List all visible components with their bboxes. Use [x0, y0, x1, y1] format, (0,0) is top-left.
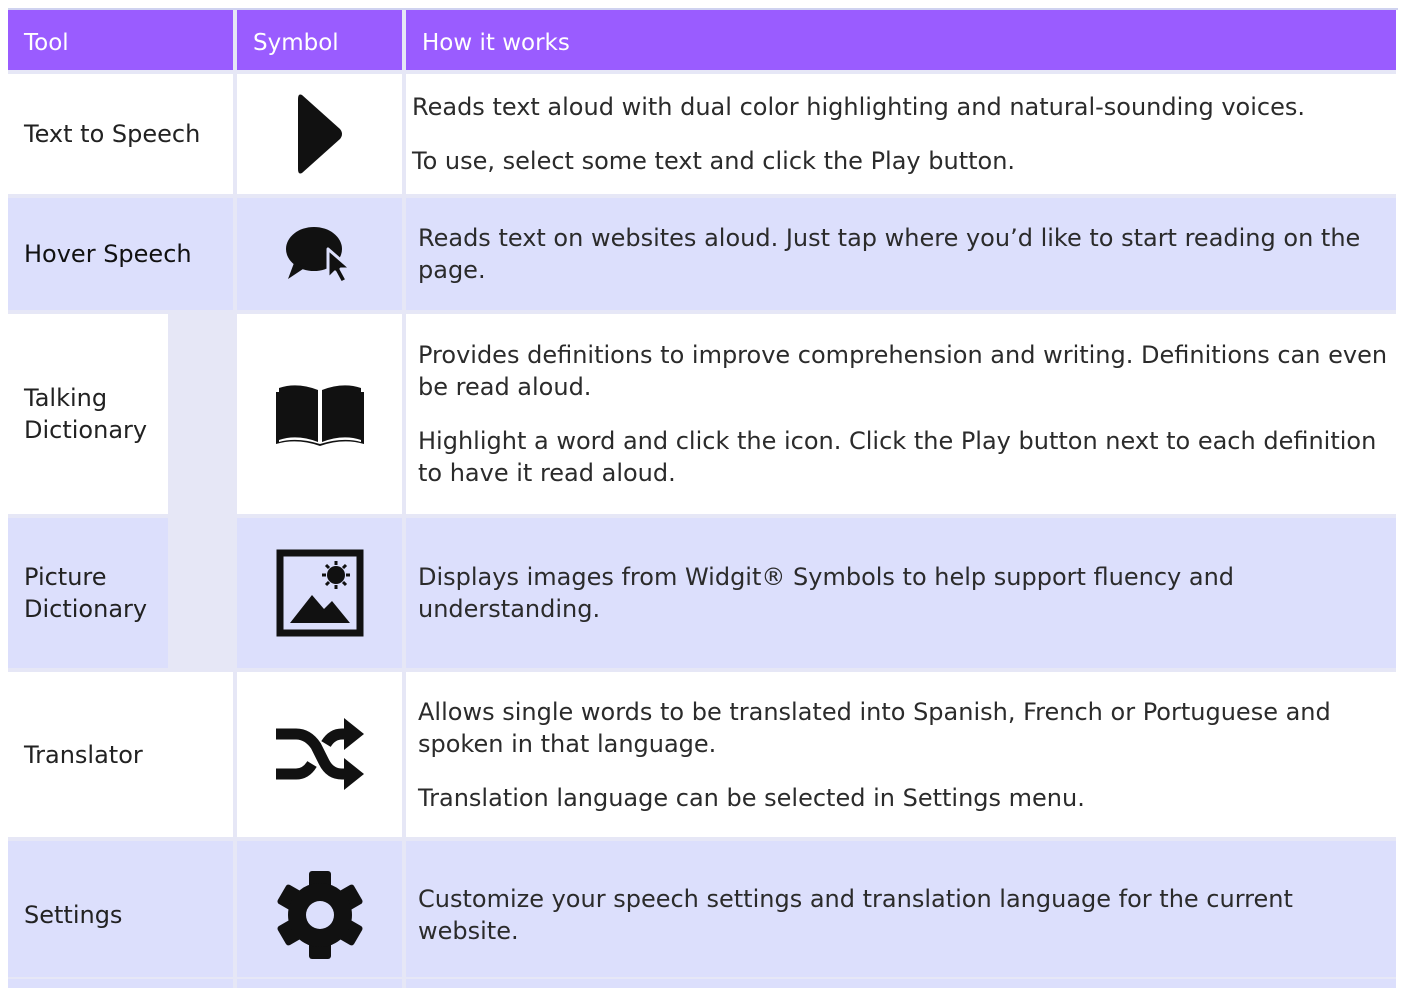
description-text-to-speech: Reads text aloud with dual color highlig…	[406, 74, 1396, 194]
description-hover-speech: Reads text on websites aloud. Just tap w…	[406, 198, 1396, 310]
description-line: Provides definitions to improve comprehe…	[418, 341, 1388, 401]
symbol-cell	[237, 314, 402, 514]
symbol-cell	[237, 198, 402, 310]
description-line: Reads text on websites aloud. Just tap w…	[418, 224, 1361, 284]
tool-name-translator: Translator	[8, 672, 233, 837]
symbol-cell	[237, 518, 402, 668]
description-line: Displays images from Widgit® Symbols to …	[418, 563, 1235, 623]
shuffle-icon	[274, 716, 366, 794]
tool-name-text-to-speech: Text to Speech	[8, 74, 233, 194]
description-line: Reads text aloud with dual color highlig…	[412, 93, 1306, 121]
description-line: Customize your speech settings and trans…	[418, 884, 1293, 945]
header-symbol: Symbol	[237, 10, 402, 70]
picture-icon	[276, 549, 364, 637]
description-translator: Allows single words to be translated int…	[406, 672, 1396, 837]
description-settings: Customize your speech settings and trans…	[406, 841, 1396, 988]
open-book-icon	[275, 382, 365, 446]
tools-table-frame: Tool Symbol How it works Text to Speech …	[8, 8, 1398, 988]
tools-table: Tool Symbol How it works Text to Speech …	[8, 10, 1396, 988]
description-line: To use, select some text and click the P…	[412, 147, 1016, 175]
description-talking-dictionary: Provides definitions to improve comprehe…	[406, 314, 1396, 514]
speech-bubble-cursor-icon	[280, 223, 360, 285]
description-line: Highlight a word and click the icon. Cli…	[418, 427, 1377, 487]
header-how-it-works: How it works	[406, 10, 1396, 70]
description-line: Allows single words to be translated int…	[418, 697, 1331, 758]
tool-name-picture-dictionary: Picture Dictionary	[8, 518, 168, 668]
tool-name-talking-dictionary: Talking Dictionary	[8, 314, 168, 514]
description-picture-dictionary: Displays images from Widgit® Symbols to …	[406, 518, 1396, 668]
description-line: Translation language can be selected in …	[418, 783, 1085, 812]
header-tool: Tool	[8, 10, 233, 70]
play-icon	[296, 91, 344, 177]
symbol-cell	[237, 672, 402, 837]
symbol-cell	[237, 74, 402, 194]
tool-name-settings: Settings	[8, 841, 233, 988]
symbol-cell	[237, 841, 402, 988]
gear-icon	[276, 869, 364, 961]
tool-name-hover-speech: Hover Speech	[8, 198, 233, 310]
